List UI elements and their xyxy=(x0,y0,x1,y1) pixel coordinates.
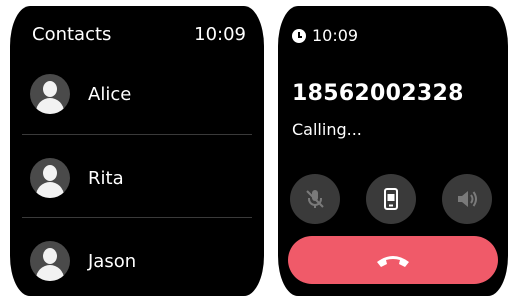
avatar-icon xyxy=(30,241,70,281)
mute-icon xyxy=(306,190,324,208)
contact-name: Alice xyxy=(88,83,132,105)
contacts-title: Contacts xyxy=(32,24,112,45)
status-time: 10:09 xyxy=(312,26,359,45)
handset-button[interactable] xyxy=(366,174,416,224)
divider xyxy=(22,134,252,135)
contacts-screen: Contacts 10:09 Alice Rita Jason xyxy=(10,6,264,296)
end-call-button[interactable] xyxy=(288,236,498,284)
clock-icon xyxy=(292,28,306,43)
contact-item-alice[interactable]: Alice xyxy=(22,68,246,120)
call-status: Calling... xyxy=(292,120,362,139)
call-screen: 10:09 18562002328 Calling... xyxy=(278,6,508,296)
speaker-button[interactable] xyxy=(442,174,492,224)
avatar-icon xyxy=(30,74,70,114)
contact-item-rita[interactable]: Rita xyxy=(22,152,246,204)
contact-item-jason[interactable]: Jason xyxy=(22,235,246,287)
contact-name: Rita xyxy=(88,167,124,189)
mute-button[interactable] xyxy=(290,174,340,224)
handset-icon xyxy=(384,188,398,210)
divider xyxy=(22,217,252,218)
phone-number: 18562002328 xyxy=(292,81,464,106)
end-call-icon xyxy=(377,256,409,267)
time-display: 10:09 xyxy=(292,26,358,45)
contact-name: Jason xyxy=(88,250,137,272)
speaker-icon xyxy=(458,191,477,207)
status-time: 10:09 xyxy=(194,24,246,45)
avatar-icon xyxy=(30,158,70,198)
